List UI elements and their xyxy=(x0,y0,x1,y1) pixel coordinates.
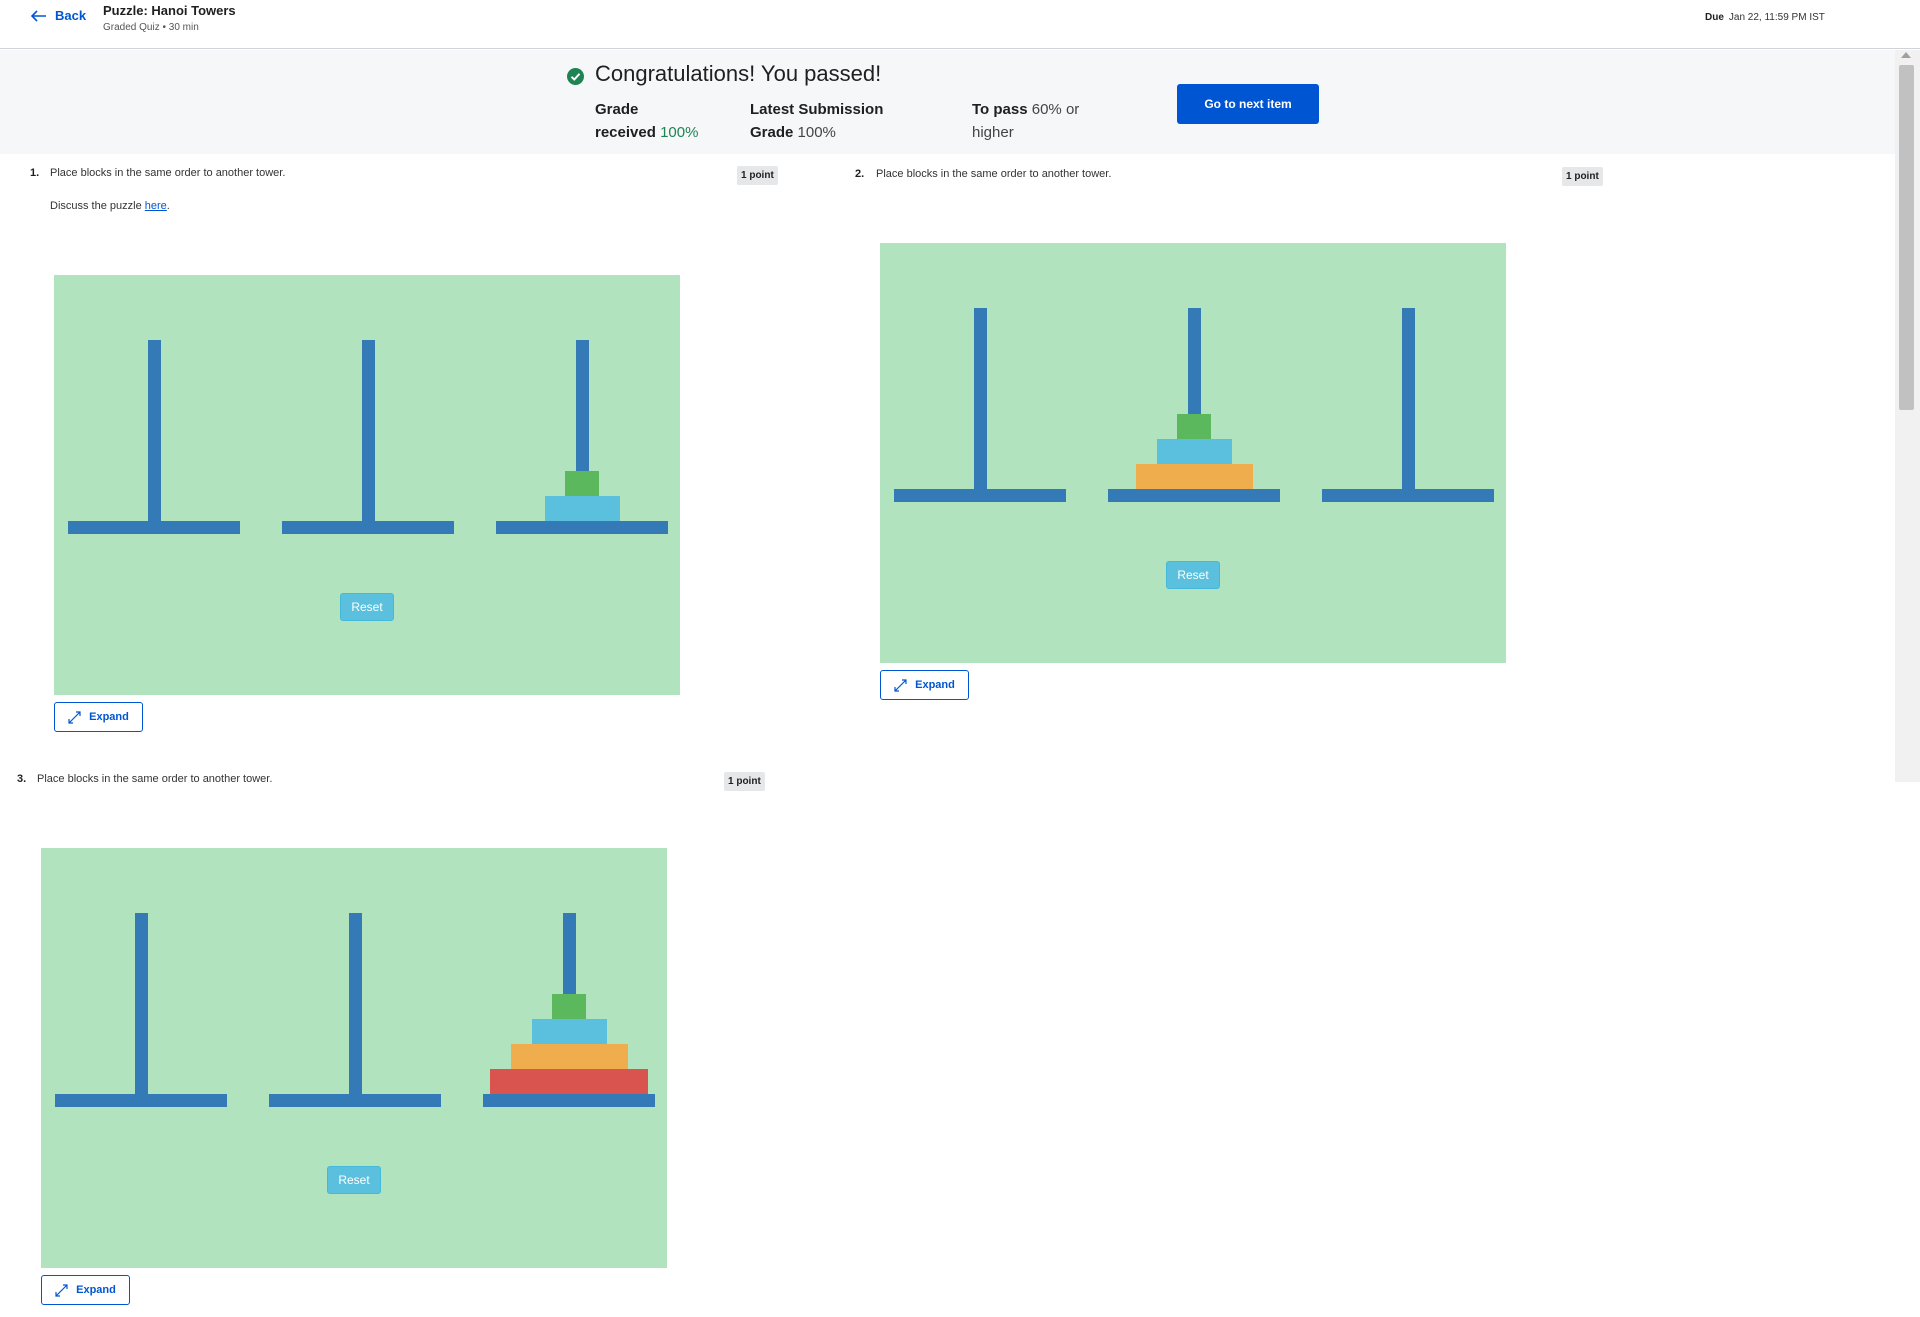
tower-2-base[interactable] xyxy=(282,521,454,534)
expand-button-2[interactable]: Expand xyxy=(880,670,969,700)
tower-1-pole[interactable] xyxy=(974,308,987,496)
tower-1-base[interactable] xyxy=(894,489,1066,502)
grade-received: Grade received 100% xyxy=(595,98,698,144)
expand-button-1[interactable]: Expand xyxy=(54,702,143,732)
question-2-text: Place blocks in the same order to anothe… xyxy=(876,168,1112,180)
green-disk[interactable] xyxy=(565,471,599,496)
orange-disk[interactable] xyxy=(510,1044,628,1069)
pass-value-2: higher xyxy=(972,124,1014,141)
expand-arrows-icon xyxy=(68,710,81,724)
question-2-number: 2. xyxy=(855,168,865,180)
check-circle-icon xyxy=(567,68,584,85)
grade-value: 100% xyxy=(660,124,699,141)
reset-button[interactable]: Reset xyxy=(1166,561,1220,589)
expand-label: Expand xyxy=(915,679,955,691)
hanoi-board-3[interactable]: Reset xyxy=(41,848,667,1268)
page-subtitle: Graded Quiz • 30 min xyxy=(103,22,199,33)
scroll-up-icon[interactable] xyxy=(1901,52,1911,58)
light-blue-disk[interactable] xyxy=(544,496,620,521)
reset-button[interactable]: Reset xyxy=(327,1166,381,1194)
latest-label-2: Grade xyxy=(750,124,794,141)
tower-3-pole[interactable] xyxy=(1402,308,1415,496)
expand-arrows-icon xyxy=(55,1283,68,1297)
latest-label-1: Latest Submission xyxy=(750,101,884,118)
back-label: Back xyxy=(55,8,87,23)
tower-2-pole[interactable] xyxy=(349,913,362,1101)
tower-3-base[interactable] xyxy=(496,521,668,534)
tower-2-pole[interactable] xyxy=(362,340,375,528)
tower-1-base[interactable] xyxy=(55,1094,227,1107)
pass-label: To pass xyxy=(972,101,1028,118)
go-to-next-item-button[interactable]: Go to next item xyxy=(1177,84,1319,124)
discuss-prefix: Discuss the puzzle xyxy=(50,200,145,212)
green-disk[interactable] xyxy=(552,994,586,1019)
grade-label-2: received xyxy=(595,124,656,141)
tower-2-base[interactable] xyxy=(269,1094,441,1107)
discuss-text: Discuss the puzzle here. xyxy=(50,200,170,212)
pass-value-1: 60% or xyxy=(1031,101,1080,118)
tower-3-base[interactable] xyxy=(1322,489,1494,502)
question-1-text: Place blocks in the same order to anothe… xyxy=(50,167,286,179)
tower-1-pole[interactable] xyxy=(135,913,148,1101)
scrollbar[interactable] xyxy=(1895,50,1920,782)
pass-threshold: To pass 60% or higher xyxy=(972,98,1079,144)
question-2-points: 1 point xyxy=(1562,167,1603,186)
red-disk[interactable] xyxy=(490,1069,648,1094)
expand-label: Expand xyxy=(76,1284,116,1296)
hanoi-board-1[interactable]: Reset xyxy=(54,275,680,695)
back-link[interactable]: Back xyxy=(31,8,86,23)
discuss-suffix: . xyxy=(166,200,170,212)
green-disk[interactable] xyxy=(1177,414,1211,439)
expand-arrows-icon xyxy=(894,678,907,692)
grade-label-1: Grade xyxy=(595,101,639,118)
question-3-text: Place blocks in the same order to anothe… xyxy=(37,773,273,785)
tower-2-base[interactable] xyxy=(1108,489,1280,502)
scrollbar-thumb[interactable] xyxy=(1899,65,1914,410)
latest-submission: Latest Submission Grade 100% xyxy=(750,98,883,144)
tower-3-base[interactable] xyxy=(483,1094,655,1107)
discuss-link[interactable]: here xyxy=(145,200,167,212)
tower-1-base[interactable] xyxy=(68,521,240,534)
due-date: Due Jan 22, 11:59 PM IST xyxy=(1705,12,1825,23)
due-label: Due xyxy=(1705,12,1724,23)
light-blue-disk[interactable] xyxy=(1156,439,1232,464)
question-1-points: 1 point xyxy=(737,166,778,185)
top-header: Back Puzzle: Hanoi Towers Graded Quiz • … xyxy=(0,0,1920,49)
reset-button[interactable]: Reset xyxy=(340,593,394,621)
pass-banner: Congratulations! You passed! Grade recei… xyxy=(0,50,1895,154)
light-blue-disk[interactable] xyxy=(531,1019,607,1044)
orange-disk[interactable] xyxy=(1135,464,1253,489)
page-title: Puzzle: Hanoi Towers xyxy=(103,3,236,18)
question-1-number: 1. xyxy=(30,167,40,179)
tower-1-pole[interactable] xyxy=(148,340,161,528)
hanoi-board-2[interactable]: Reset xyxy=(880,243,1506,663)
latest-value: 100% xyxy=(797,124,836,141)
expand-label: Expand xyxy=(89,711,129,723)
due-value: Jan 22, 11:59 PM IST xyxy=(1728,12,1825,23)
question-3-number: 3. xyxy=(17,773,27,785)
banner-title: Congratulations! You passed! xyxy=(595,61,882,86)
arrow-left-icon xyxy=(31,9,46,22)
expand-button-3[interactable]: Expand xyxy=(41,1275,130,1305)
question-3-points: 1 point xyxy=(724,772,765,791)
